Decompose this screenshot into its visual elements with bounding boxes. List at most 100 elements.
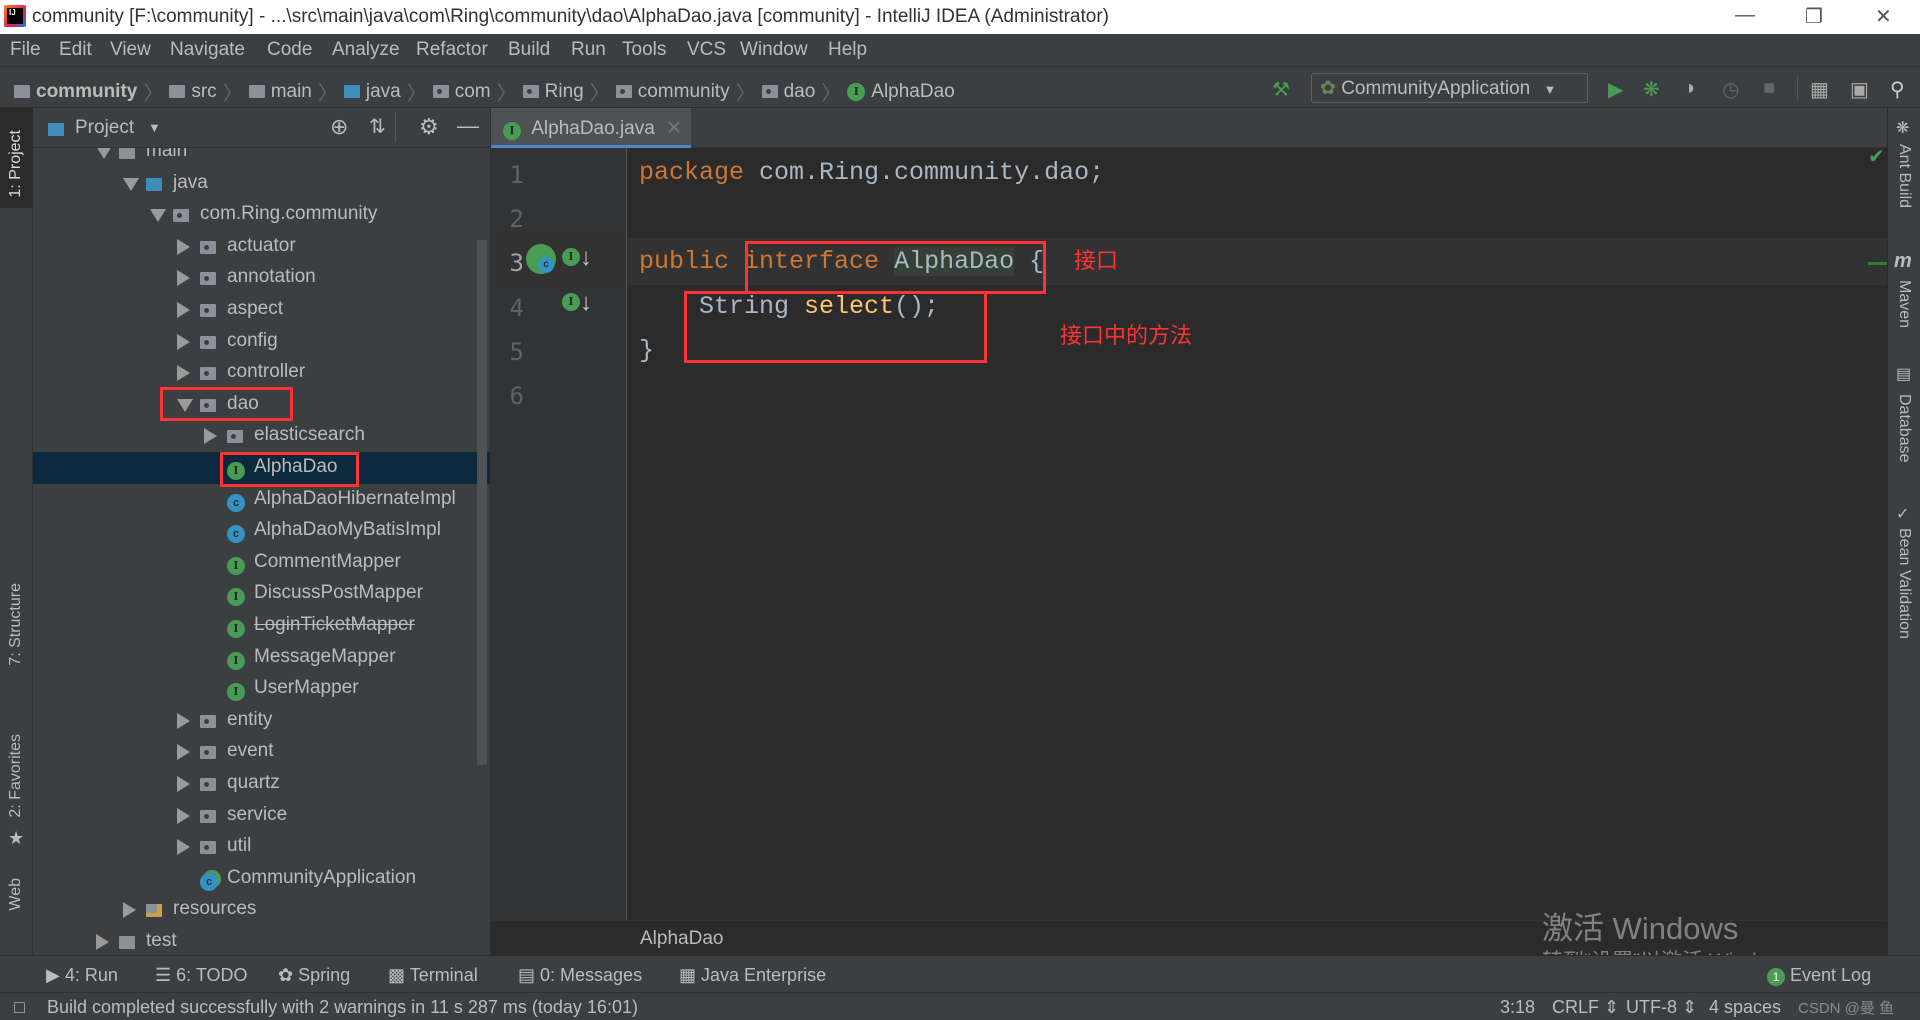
collapsed-arrow-icon[interactable] xyxy=(177,807,190,824)
collapsed-arrow-icon[interactable] xyxy=(177,744,190,761)
tool-run[interactable]: ▶ 4: Run xyxy=(46,965,118,986)
menu-build[interactable]: Build xyxy=(508,39,550,61)
tree-item-alphadaomybatisimpl[interactable]: c AlphaDaoMyBatisImpl xyxy=(33,515,490,547)
expanded-arrow-icon[interactable] xyxy=(96,148,112,159)
tree-item-controller[interactable]: controller xyxy=(33,357,490,389)
collapsed-arrow-icon[interactable] xyxy=(177,238,190,255)
tree-item-annotation[interactable]: annotation xyxy=(33,262,490,294)
tree-item-entity[interactable]: entity xyxy=(33,705,490,737)
project-view-selector[interactable]: Project xyxy=(75,117,134,139)
collapsed-arrow-icon[interactable] xyxy=(96,934,109,950)
implemented-gutter-icon[interactable]: I xyxy=(562,293,580,311)
collapsed-arrow-icon[interactable] xyxy=(177,776,190,792)
crumb-community-pkg[interactable]: community 〉 xyxy=(615,77,756,106)
minimize-button[interactable]: — xyxy=(1735,4,1755,27)
profiler-icon[interactable]: ◷ xyxy=(1722,77,1739,102)
chevron-down-icon[interactable]: ▼ xyxy=(148,120,161,135)
tree-item-elasticsearch[interactable]: elasticsearch xyxy=(33,420,490,452)
menu-file[interactable]: File xyxy=(10,39,41,61)
status-message[interactable]: Build completed successfully with 2 warn… xyxy=(47,997,638,1018)
tree-item-resources[interactable]: resources xyxy=(33,894,490,926)
tool-ant-build[interactable]: Ant Build xyxy=(1895,144,1913,208)
tool-maven[interactable]: Maven xyxy=(1895,280,1913,328)
tool-structure[interactable]: 7: Structure xyxy=(7,583,25,666)
indent-setting[interactable]: 4 spaces xyxy=(1709,997,1781,1018)
collapsed-arrow-icon[interactable] xyxy=(177,333,190,350)
maximize-button[interactable]: ❐ xyxy=(1805,4,1823,29)
run-icon[interactable]: ▶ xyxy=(1608,77,1623,102)
crumb-src[interactable]: src 〉 xyxy=(169,77,243,106)
menu-analyze[interactable]: Analyze xyxy=(332,39,400,61)
tree-item-util[interactable]: util xyxy=(33,831,490,863)
menu-run[interactable]: Run xyxy=(571,39,606,61)
tool-favorites[interactable]: 2: Favorites xyxy=(7,734,25,818)
tool-bean-validation[interactable]: Bean Validation xyxy=(1895,528,1913,639)
terminal-window-icon[interactable]: ▣ xyxy=(1850,77,1869,102)
crumb-dao[interactable]: dao 〉 xyxy=(761,77,841,106)
tree-item-java[interactable]: java xyxy=(33,168,490,200)
menu-help[interactable]: Help xyxy=(828,39,867,61)
menu-tools[interactable]: Tools xyxy=(622,39,666,61)
tree-item-event[interactable]: event xyxy=(33,736,490,768)
build-hammer-icon[interactable]: ⚒ xyxy=(1272,77,1290,102)
project-structure-icon[interactable]: ▦ xyxy=(1810,77,1829,102)
gear-icon[interactable]: ⚙ xyxy=(419,114,439,140)
file-encoding[interactable]: UTF-8 ⇕ xyxy=(1626,997,1697,1018)
search-icon[interactable]: ⚲ xyxy=(1890,77,1905,102)
tool-spring[interactable]: ✿ Spring xyxy=(278,965,350,986)
collapsed-arrow-icon[interactable] xyxy=(177,365,190,382)
tree-item-loginticketmapper[interactable]: I LoginTicketMapper xyxy=(33,610,490,642)
hide-panel-icon[interactable]: — xyxy=(457,113,479,139)
crumb-community[interactable]: community 〉 xyxy=(14,77,163,106)
menu-refactor[interactable]: Refactor xyxy=(416,39,488,61)
tree-item-messagemapper[interactable]: I MessageMapper xyxy=(33,642,490,674)
expanded-arrow-icon[interactable] xyxy=(123,177,139,191)
tree-item-test[interactable]: test xyxy=(33,926,490,955)
locate-icon[interactable]: ⊕ xyxy=(330,114,348,140)
crumb-main[interactable]: main 〉 xyxy=(248,77,338,106)
tree-item-main[interactable]: main xyxy=(33,148,490,168)
tool-todo[interactable]: ☰ 6: TODO xyxy=(155,965,248,986)
tree-item-aspect[interactable]: aspect xyxy=(33,294,490,326)
run-configuration-select[interactable]: ✿ CommunityApplication ▼ xyxy=(1311,73,1588,103)
menu-window[interactable]: Window xyxy=(740,39,808,61)
debug-icon[interactable]: ❋ xyxy=(1643,77,1660,102)
tree-item-communityapplication[interactable]: c CommunityApplication xyxy=(33,863,490,895)
tool-web[interactable]: Web xyxy=(7,878,25,911)
caret-position[interactable]: 3:18 xyxy=(1500,997,1535,1018)
crumb-java[interactable]: java 〉 xyxy=(343,77,427,106)
close-button[interactable]: ✕ xyxy=(1875,4,1892,29)
line-separator[interactable]: CRLF ⇕ xyxy=(1552,997,1619,1018)
tree-item-config[interactable]: config xyxy=(33,326,490,358)
tool-java-enterprise[interactable]: ▦ Java Enterprise xyxy=(679,965,826,986)
menu-view[interactable]: View xyxy=(110,39,151,61)
menu-edit[interactable]: Edit xyxy=(59,39,92,61)
collapsed-arrow-icon[interactable] xyxy=(123,902,136,919)
menu-vcs[interactable]: VCS xyxy=(687,39,726,61)
implemented-gutter-icon[interactable]: I xyxy=(562,248,580,266)
editor-breadcrumb-alphadao[interactable]: AlphaDao xyxy=(640,928,723,950)
tool-project[interactable]: 1: Project xyxy=(7,130,25,198)
tree-item-service[interactable]: service xyxy=(33,800,490,832)
collapsed-arrow-icon[interactable] xyxy=(177,302,190,318)
tool-terminal[interactable]: ▩ Terminal xyxy=(388,965,478,986)
menu-code[interactable]: Code xyxy=(267,39,312,61)
collapsed-arrow-icon[interactable] xyxy=(204,428,217,445)
tree-item-alphadaohibernateimpl[interactable]: c AlphaDaoHibernateImpl xyxy=(33,484,490,516)
tree-item-discusspostmapper[interactable]: I DiscussPostMapper xyxy=(33,578,490,610)
collapsed-arrow-icon[interactable] xyxy=(177,712,190,729)
tree-item-actuator[interactable]: actuator xyxy=(33,231,490,263)
crumb-alphadao[interactable]: I AlphaDao xyxy=(847,81,955,103)
toggle-tool-windows-icon[interactable]: □ xyxy=(14,997,25,1018)
tool-messages[interactable]: ▤ 0: Messages xyxy=(518,965,642,986)
collapse-all-icon[interactable]: ⇅ xyxy=(369,114,386,139)
tool-event-log[interactable]: 1 Event Log xyxy=(1767,965,1871,986)
coverage-icon[interactable]: ◑ xyxy=(1683,77,1695,100)
collapsed-arrow-icon[interactable] xyxy=(177,270,190,287)
crumb-ring[interactable]: Ring 〉 xyxy=(522,77,610,106)
tree-item-com-ring-community[interactable]: com.Ring.community xyxy=(33,199,490,231)
crumb-com[interactable]: com 〉 xyxy=(432,77,517,106)
expanded-arrow-icon[interactable] xyxy=(150,209,166,223)
menu-navigate[interactable]: Navigate xyxy=(170,39,245,61)
tree-scrollbar[interactable] xyxy=(477,240,487,765)
